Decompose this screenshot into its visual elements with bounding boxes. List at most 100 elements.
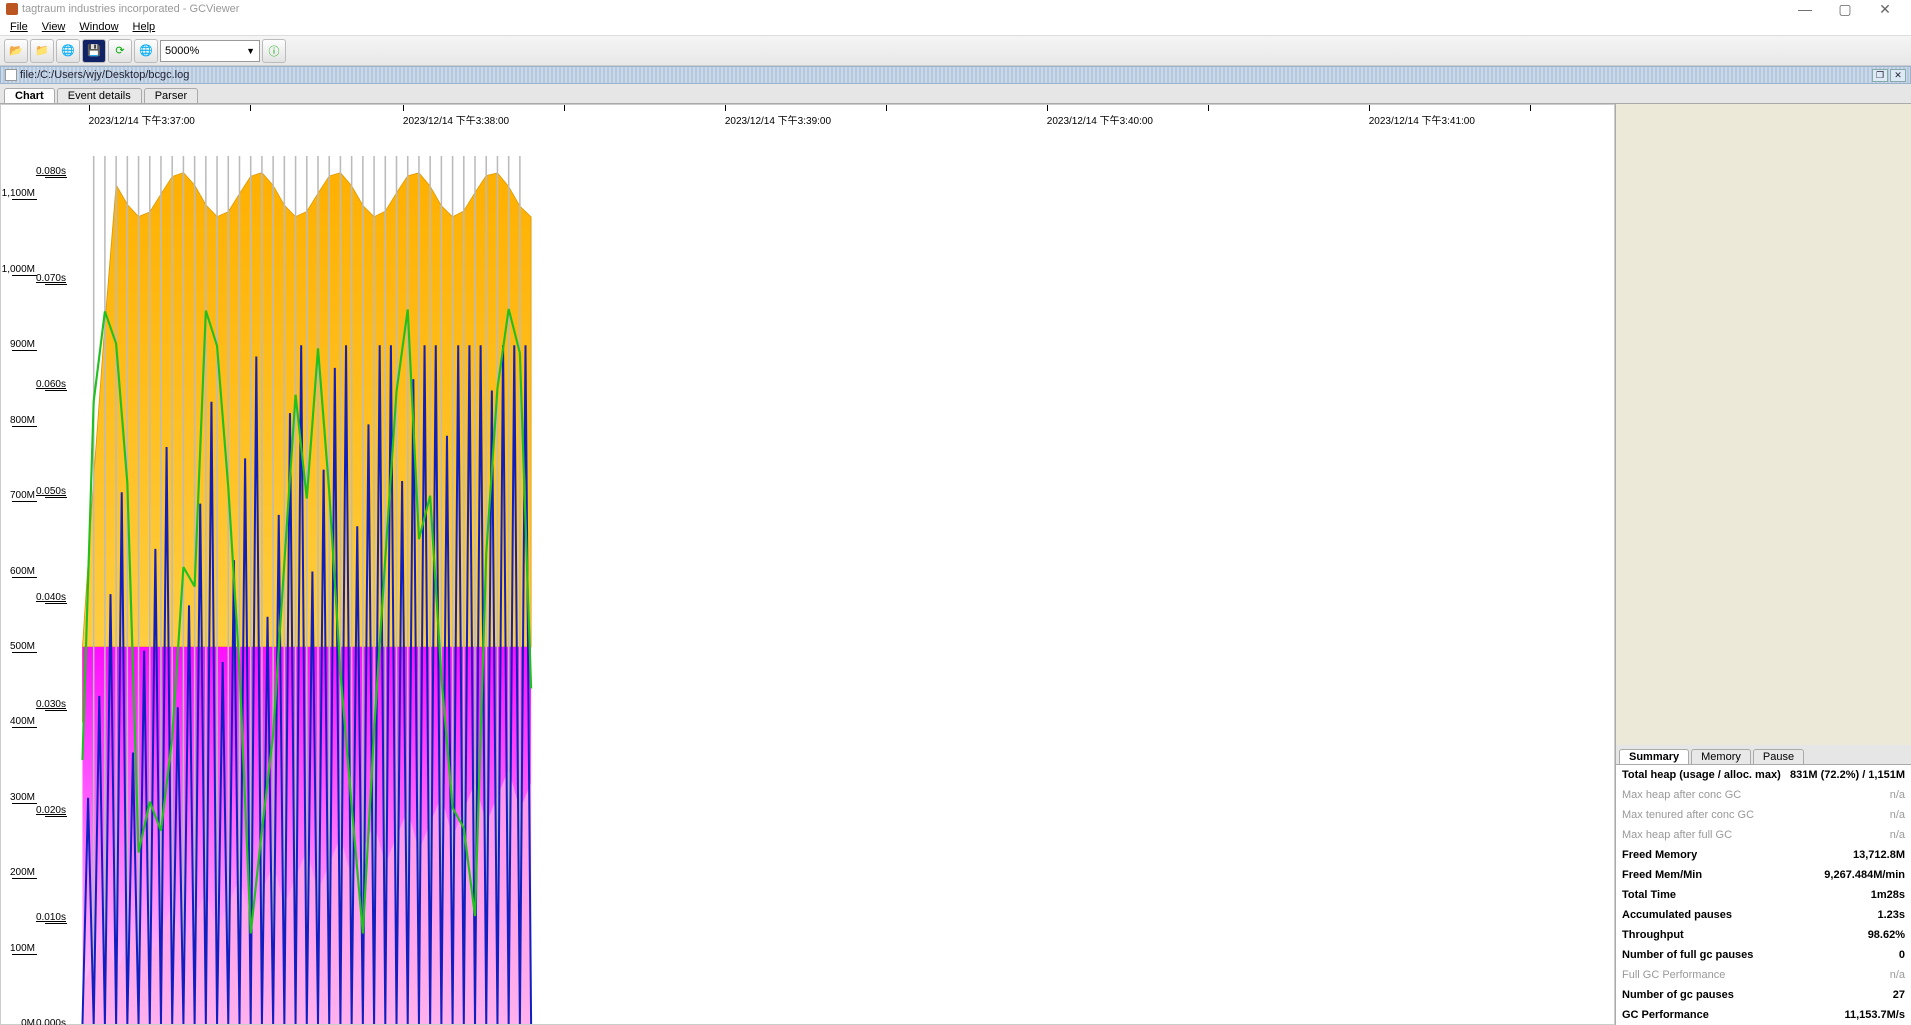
y-axis-memory: 0M 100M 200M 300M 400M 500M 600M 700M 800M 900M 1,… — [1, 119, 37, 1024]
y-sec-tick: 0.060s — [36, 379, 67, 391]
x-minor-tick — [1208, 105, 1209, 112]
y-mem-tick: 1,100M — [2, 188, 37, 200]
menu-file[interactable]: File — [4, 20, 34, 34]
y-mem-tick: 900M — [10, 339, 37, 351]
doc-restore-button[interactable]: ❐ — [1872, 69, 1888, 82]
x-minor-tick — [1530, 105, 1531, 112]
summary-row: Total Time1m28s — [1616, 885, 1911, 905]
summary-value: 11,153.7M/s — [1844, 1009, 1905, 1021]
x-minor-tick — [886, 105, 887, 112]
work-area: 2023/12/14 下午3:37:002023/12/14 下午3:38:00… — [0, 104, 1911, 1025]
summary-row: Freed Mem/Min9,267.484M/min — [1616, 865, 1911, 885]
summary-value: 0 — [1899, 949, 1905, 961]
document-icon — [5, 69, 17, 81]
summary-row: Max tenured after conc GC n/a — [1616, 805, 1911, 825]
y-sec-tick: 0.080s — [36, 166, 67, 178]
export-button[interactable]: 💾 — [82, 39, 106, 63]
y-mem-tick: 300M — [10, 792, 37, 804]
watch-button[interactable]: 🌐 — [134, 39, 158, 63]
folder-open-icon: 📂 — [9, 44, 23, 57]
summary-value: 98.62% — [1868, 929, 1905, 941]
summary-row: Max heap after conc GCn/a — [1616, 785, 1911, 805]
summary-value: 1.23s — [1877, 909, 1905, 921]
tab-pause[interactable]: Pause — [1753, 749, 1804, 764]
refresh-icon: ⟳ — [115, 44, 124, 57]
y-mem-tick: 200M — [10, 867, 37, 879]
globe-icon: 🌐 — [61, 44, 75, 57]
side-panel: Summary Memory Pause Total heap (usage /… — [1615, 104, 1911, 1025]
y-sec-tick: 0.070s — [36, 273, 67, 285]
menu-window[interactable]: Window — [73, 20, 124, 34]
x-axis: 2023/12/14 下午3:37:002023/12/14 下午3:38:00… — [81, 105, 1614, 119]
y-mem-tick: 800M — [10, 415, 37, 427]
minimize-button[interactable]: — — [1785, 1, 1825, 17]
y-mem-tick: 700M — [10, 490, 37, 502]
about-button[interactable]: ⓘ — [262, 39, 286, 63]
tab-memory[interactable]: Memory — [1691, 749, 1751, 764]
summary-value: n/a — [1890, 969, 1905, 981]
y-mem-tick: 500M — [10, 641, 37, 653]
toolbar: 📂 📁 🌐 💾 ⟳ 🌐 5000% ▼ ⓘ — [0, 36, 1911, 66]
y-sec-tick: 0.020s — [36, 805, 67, 817]
y-mem-tick: 600M — [10, 566, 37, 578]
tab-event-details[interactable]: Event details — [57, 88, 142, 103]
close-button[interactable]: ✕ — [1865, 1, 1905, 18]
chart-panel[interactable]: 2023/12/14 下午3:37:002023/12/14 下午3:38:00… — [0, 104, 1615, 1025]
zoom-value: 5000% — [165, 45, 199, 57]
summary-key: Total Time — [1622, 889, 1676, 901]
doc-close-button[interactable]: ✕ — [1890, 69, 1906, 82]
summary-key: Accumulated pauses — [1622, 909, 1732, 921]
summary-table: Total heap (usage / alloc. max) 831M (72.… — [1616, 765, 1911, 1025]
y-mem-tick: 1,000M — [2, 264, 37, 276]
y-sec-tick: 0.040s — [36, 592, 67, 604]
summary-value: n/a — [1890, 809, 1905, 821]
y-axis-seconds: 0.000s0.010s0.020s0.030s0.040s0.050s0.06… — [37, 119, 67, 1024]
summary-key: Max tenured after conc GC — [1622, 809, 1754, 821]
summary-key: Freed Memory — [1622, 849, 1697, 861]
chart-plot — [67, 119, 1614, 1024]
y-sec-tick: 0.030s — [36, 699, 67, 711]
y-mem-tick: 400M — [10, 716, 37, 728]
summary-value: 27 — [1893, 989, 1905, 1001]
summary-row: Throughput 98.62% — [1616, 925, 1911, 945]
summary-row: Number of gc pauses 27 — [1616, 985, 1911, 1005]
summary-row: Max heap after full GC n/a — [1616, 825, 1911, 845]
summary-row: GC Performance11,153.7M/s — [1616, 1005, 1911, 1025]
summary-key: Max heap after full GC — [1622, 829, 1732, 841]
zoom-combo[interactable]: 5000% ▼ — [160, 40, 260, 62]
x-minor-tick — [250, 105, 251, 112]
summary-key: Total heap (usage / alloc. max) — [1622, 769, 1781, 781]
titlebar: tagtraum industries incorporated - GCVie… — [0, 0, 1911, 18]
tab-parser[interactable]: Parser — [144, 88, 198, 103]
summary-value: n/a — [1890, 789, 1905, 801]
folder-multi-icon: 📁 — [35, 44, 49, 57]
y-mem-tick: 100M — [10, 943, 37, 955]
globe-watch-icon: 🌐 — [139, 44, 153, 57]
window-title: tagtraum industries incorporated - GCVie… — [22, 3, 239, 15]
menu-help[interactable]: Help — [127, 20, 162, 34]
y-mem-tick: 0M — [12, 1018, 37, 1025]
x-minor-tick — [564, 105, 565, 112]
open-url-button[interactable]: 🌐 — [56, 39, 80, 63]
summary-key: Throughput — [1622, 929, 1684, 941]
summary-key: Number of gc pauses — [1622, 989, 1734, 1001]
open-file-button[interactable]: 📂 — [4, 39, 28, 63]
y-sec-tick: 0.000s — [36, 1018, 67, 1025]
chart-tabs: Chart Event details Parser — [0, 84, 1911, 104]
summary-key: Number of full gc pauses — [1622, 949, 1753, 961]
save-icon: 💾 — [87, 44, 101, 57]
summary-value: n/a — [1890, 829, 1905, 841]
refresh-button[interactable]: ⟳ — [108, 39, 132, 63]
open-series-button[interactable]: 📁 — [30, 39, 54, 63]
info-icon: ⓘ — [269, 43, 280, 59]
menubar: File View Window Help — [0, 18, 1911, 36]
summary-value: 831M (72.2%) / 1,151M — [1790, 769, 1905, 781]
summary-row: Number of full gc pauses 0 — [1616, 945, 1911, 965]
tab-chart[interactable]: Chart — [4, 88, 55, 103]
maximize-button[interactable]: ▢ — [1825, 1, 1865, 18]
summary-key: Full GC Performance — [1622, 969, 1725, 981]
chevron-down-icon: ▼ — [246, 46, 255, 56]
summary-value: 13,712.8M — [1853, 849, 1905, 861]
menu-view[interactable]: View — [36, 20, 72, 34]
tab-summary[interactable]: Summary — [1619, 749, 1689, 764]
